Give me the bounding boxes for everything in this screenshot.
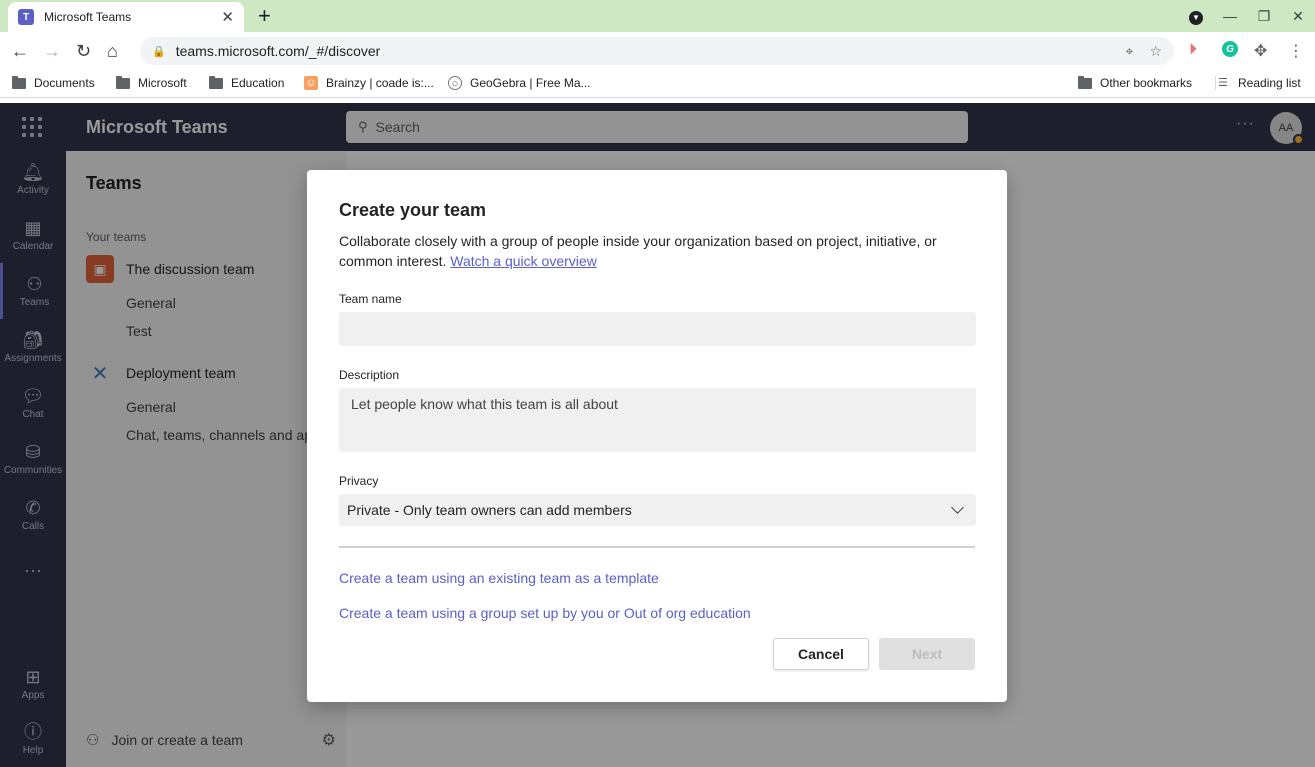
location-icon[interactable]: ⌖	[1126, 43, 1134, 60]
bookmark-documents[interactable]: Documents	[12, 75, 95, 90]
team-name-label: Team name	[339, 292, 402, 306]
kebab-menu-icon[interactable]: ⋮	[1288, 41, 1304, 61]
bookmark-education[interactable]: Education	[209, 75, 284, 90]
bookmark-star-icon[interactable]: ☆	[1149, 43, 1162, 60]
privacy-label: Privacy	[339, 474, 379, 488]
bookmark-other[interactable]: Other bookmarks	[1078, 75, 1192, 90]
url-text[interactable]: teams.microsoft.com/_#/discover	[176, 43, 1110, 59]
grammarly-icon[interactable]: G	[1222, 41, 1238, 57]
folder-icon	[1078, 75, 1092, 89]
team-name-field[interactable]	[339, 312, 976, 346]
create-team-dialog: Create your team Collaborate closely wit…	[307, 170, 1007, 702]
chevron-down-icon	[951, 501, 964, 514]
dialog-title: Create your team	[339, 200, 487, 220]
lock-icon[interactable]: 🔒	[152, 45, 166, 58]
folder-icon	[209, 75, 223, 89]
bookmark-geogebra[interactable]: ○ GeoGebra | Free Ma...	[448, 76, 591, 90]
dialog-description: Collaborate closely with a group of peop…	[339, 233, 937, 269]
folder-icon	[12, 75, 26, 89]
reading-list[interactable]: ☰ Reading list	[1215, 76, 1301, 90]
address-bar[interactable]: 🔒 teams.microsoft.com/_#/discover ⌖ ☆	[140, 37, 1174, 65]
back-icon[interactable]: ←	[11, 40, 29, 62]
teams-favicon-icon: T	[18, 9, 34, 25]
brainzy-icon: ☺	[304, 76, 318, 90]
home-icon[interactable]: ⌂	[107, 40, 118, 62]
browser-tabstrip: T Microsoft Teams ✕ + ▼ — ❐ ✕	[0, 0, 1315, 32]
window-controls: ▼ — ❐ ✕	[1179, 0, 1315, 32]
reload-icon[interactable]: ↻	[76, 40, 91, 62]
next-button[interactable]: Next	[879, 638, 975, 670]
minimize-icon[interactable]: —	[1213, 8, 1247, 24]
privacy-selected-value: Private - Only team owners can add membe…	[347, 502, 632, 518]
cancel-button[interactable]: Cancel	[773, 638, 869, 670]
description-field[interactable]	[339, 388, 976, 452]
forward-icon[interactable]: →	[43, 40, 61, 62]
browser-toolbar: ← → ↻ ⌂ 🔒 teams.microsoft.com/_#/discove…	[0, 32, 1315, 70]
new-tab-button[interactable]: +	[258, 4, 271, 28]
privacy-dropdown[interactable]: Private - Only team owners can add membe…	[339, 494, 976, 526]
puzzle-extensions-icon[interactable]: ✥	[1254, 41, 1267, 61]
divider	[339, 546, 975, 548]
template-team-link[interactable]: Create a team using an existing team as …	[339, 570, 659, 586]
bookmarks-bar: Documents Microsoft Education ☺ Brainzy |…	[0, 70, 1315, 98]
bookmark-brainzy[interactable]: ☺ Brainzy | coade is:...	[304, 76, 434, 90]
geogebra-icon: ○	[448, 76, 462, 90]
close-tab-icon[interactable]: ✕	[221, 8, 234, 26]
bookmark-microsoft[interactable]: Microsoft	[116, 75, 187, 90]
tab-title: Microsoft Teams	[44, 10, 132, 24]
group-team-link[interactable]: Create a team using a group set up by yo…	[339, 605, 751, 621]
watch-overview-link[interactable]: Watch a quick overview	[450, 253, 597, 269]
close-window-icon[interactable]: ✕	[1281, 8, 1315, 25]
extension-icon[interactable]: ⏵	[1189, 41, 1197, 59]
description-label: Description	[339, 368, 400, 382]
browser-tab[interactable]: T Microsoft Teams ✕	[8, 2, 244, 32]
reading-list-icon: ☰	[1218, 77, 1228, 89]
profile-menu-icon[interactable]: ▼	[1179, 7, 1213, 25]
restore-icon[interactable]: ❐	[1247, 8, 1281, 25]
folder-icon	[116, 75, 130, 89]
